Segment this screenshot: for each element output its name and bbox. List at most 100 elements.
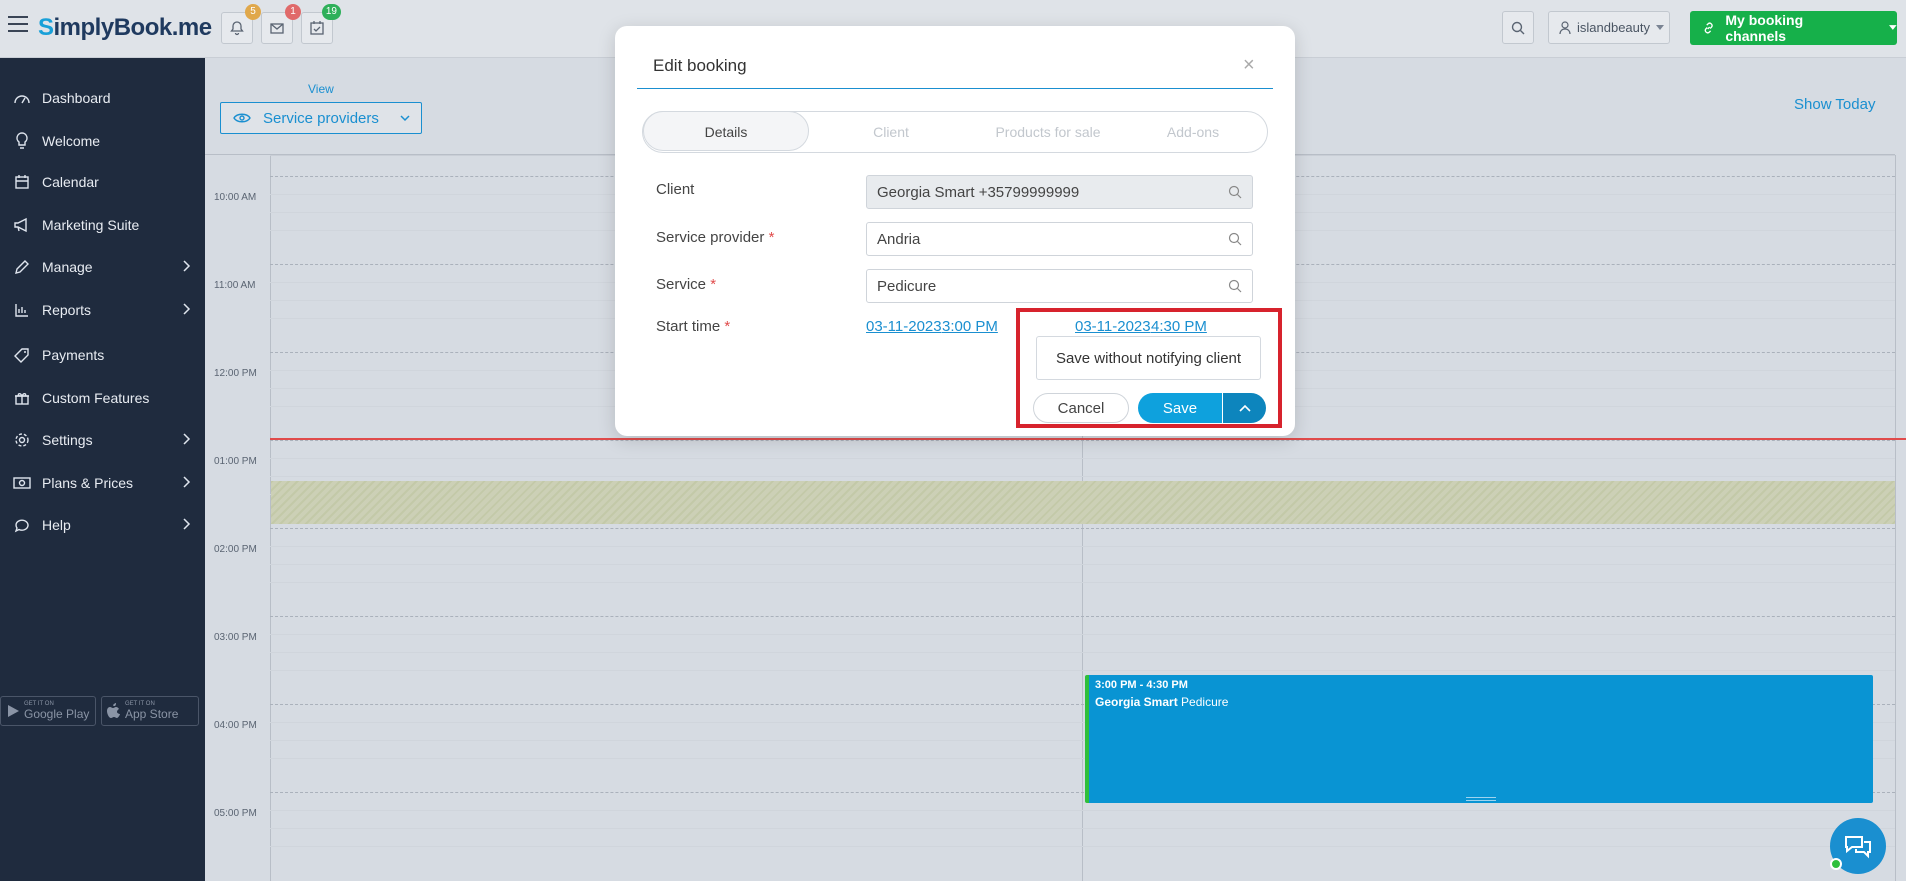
pencil-icon <box>12 257 32 277</box>
notifications-badge: 5 <box>245 4 261 20</box>
time-label: 03:00 PM <box>214 632 257 643</box>
sidebar-item-label: Dashboard <box>42 90 111 106</box>
tag-icon <box>12 345 32 365</box>
time-label: 12:00 PM <box>214 368 257 379</box>
tasks-button[interactable]: 19 <box>301 4 341 44</box>
tab-client[interactable]: Client <box>841 112 941 152</box>
start-time-link[interactable]: 3:00 PM <box>942 318 998 335</box>
google-play-badge[interactable]: GET IT ON Google Play <box>0 696 96 726</box>
service-value: Pedicure <box>877 277 937 295</box>
username: islandbeauty <box>1577 20 1650 35</box>
search-icon <box>1228 279 1242 293</box>
gauge-icon <box>12 88 32 108</box>
hour-line <box>270 528 1895 529</box>
menu-icon[interactable] <box>8 16 28 34</box>
sidebar-item-label: Help <box>42 517 71 533</box>
app-store-badge[interactable]: GET IT ON App Store <box>101 696 199 726</box>
chevron-right-icon <box>183 476 191 488</box>
chevron-right-icon <box>183 303 191 315</box>
sidebar-item-dashboard[interactable]: Dashboard <box>0 78 205 118</box>
link-icon <box>1704 22 1713 34</box>
start-date-link[interactable]: 03-11-2023 <box>866 318 942 335</box>
time-label: 11:00 AM <box>214 280 256 291</box>
sidebar-item-label: Reports <box>42 302 92 318</box>
caret-down-icon[interactable] <box>1889 25 1897 31</box>
eye-icon <box>233 113 251 123</box>
bar-chart-icon <box>12 300 32 320</box>
calendar-icon <box>12 172 32 192</box>
tab-products-for-sale[interactable]: Products for sale <box>973 112 1123 152</box>
chevron-right-icon <box>183 518 191 530</box>
money-icon <box>12 473 32 493</box>
sidebar-item-reports[interactable]: Reports <box>0 290 205 330</box>
booking-card[interactable]: 3:00 PM - 4:30 PM Georgia Smart Pedicure <box>1085 675 1873 803</box>
sidebar-item-plans-prices[interactable]: Plans & Prices <box>0 463 205 503</box>
hour-line <box>270 616 1895 617</box>
envelope-icon <box>270 23 284 34</box>
view-select-value: Service providers <box>263 109 379 127</box>
booking-service: Pedicure <box>1181 695 1229 709</box>
tab-details[interactable]: Details <box>643 111 809 151</box>
sidebar-item-label: Calendar <box>42 174 99 190</box>
logo[interactable]: SimplyBook.me <box>38 14 212 42</box>
messages-button[interactable]: 1 <box>261 4 301 44</box>
time-label: 04:00 PM <box>214 720 257 731</box>
view-label: View <box>308 82 334 96</box>
highlight-annotation-box <box>1016 308 1282 428</box>
sidebar-item-label: Payments <box>42 347 105 363</box>
search-button[interactable] <box>1502 11 1534 44</box>
booking-time: 3:00 PM - 4:30 PM <box>1095 679 1188 691</box>
sidebar-item-label: Custom Features <box>42 390 150 406</box>
show-today-link[interactable]: Show Today <box>1794 96 1875 113</box>
sidebar-item-custom-features[interactable]: Custom Features <box>0 378 205 418</box>
store-badges: GET IT ON Google Play GET IT ON App Store <box>0 696 205 728</box>
service-provider-field[interactable]: Andria <box>866 222 1253 256</box>
service-provider-value: Andria <box>877 230 921 248</box>
megaphone-icon <box>12 215 32 235</box>
client-label: Client <box>656 181 695 198</box>
tasks-badge: 19 <box>321 4 341 20</box>
current-time-line <box>270 438 1906 440</box>
hour-line <box>270 440 1895 441</box>
client-field[interactable]: Georgia Smart +35799999999 <box>866 175 1253 209</box>
break-block <box>271 481 1895 524</box>
service-field[interactable]: Pedicure <box>866 269 1253 303</box>
notifications-button[interactable]: 5 <box>221 4 261 44</box>
sidebar-item-calendar[interactable]: Calendar <box>0 162 205 202</box>
chevron-right-icon <box>183 433 191 445</box>
title-divider <box>637 88 1273 89</box>
service-provider-label: Service provider * <box>656 229 775 246</box>
sidebar-item-manage[interactable]: Manage <box>0 247 205 287</box>
search-icon <box>1228 232 1242 246</box>
sidebar-item-label: Marketing Suite <box>42 217 140 233</box>
gift-icon <box>12 388 32 408</box>
sidebar: Dashboard Welcome Calendar Marketing Sui… <box>0 58 205 881</box>
view-select[interactable]: Service providers <box>220 102 422 134</box>
close-icon[interactable]: × <box>1243 54 1255 77</box>
client-value: Georgia Smart +35799999999 <box>877 183 1080 201</box>
tab-add-ons[interactable]: Add-ons <box>1143 112 1243 152</box>
sidebar-item-payments[interactable]: Payments <box>0 335 205 375</box>
sidebar-item-label: Manage <box>42 259 93 275</box>
messages-badge: 1 <box>285 4 301 20</box>
online-status-dot <box>1830 858 1842 870</box>
sidebar-item-label: Plans & Prices <box>42 475 134 491</box>
search-icon <box>1511 21 1525 34</box>
user-menu-button[interactable]: islandbeauty <box>1548 11 1670 44</box>
modal-tabs: Details Client Products for sale Add-ons <box>642 111 1268 153</box>
booking-channels-button[interactable]: My booking channels <box>1690 11 1897 45</box>
chat-icon <box>12 515 32 535</box>
sidebar-item-welcome[interactable]: Welcome <box>0 121 205 161</box>
modal-title: Edit booking <box>653 56 747 75</box>
time-label: 02:00 PM <box>214 544 257 555</box>
caret-down-icon <box>1656 24 1664 30</box>
chevron-down-icon <box>400 115 410 122</box>
sidebar-item-help[interactable]: Help <box>0 505 205 545</box>
apple-icon <box>107 703 120 718</box>
lightbulb-icon <box>12 131 32 151</box>
sidebar-item-settings[interactable]: Settings <box>0 420 205 460</box>
service-label: Service * <box>656 276 717 293</box>
resize-handle[interactable] <box>1466 797 1496 801</box>
sidebar-item-marketing-suite[interactable]: Marketing Suite <box>0 205 205 245</box>
play-icon <box>8 705 19 717</box>
